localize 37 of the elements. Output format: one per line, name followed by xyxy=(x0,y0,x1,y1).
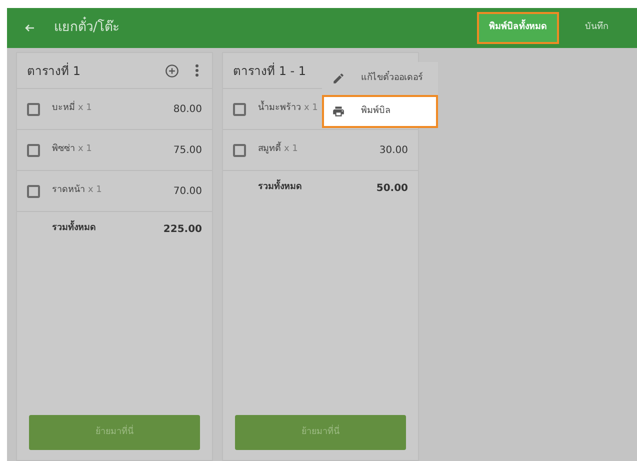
item-quantity: x 1 xyxy=(88,184,102,198)
item-price: 30.00 xyxy=(379,144,408,158)
move-here-button[interactable]: ย้ายมาที่นี่ xyxy=(235,415,406,450)
item-quantity: x 1 xyxy=(284,143,298,156)
item-quantity: x 1 xyxy=(304,102,318,116)
total-amount: 225.00 xyxy=(163,222,202,236)
page-title: แยกตั๋ว/โต๊ะ xyxy=(54,18,120,38)
total-label: รวมทั้งหมด xyxy=(52,222,96,236)
pencil-icon xyxy=(332,72,345,85)
back-arrow-icon[interactable] xyxy=(24,22,36,34)
item-name: น้ำมะพร้าว xyxy=(258,102,301,116)
item-quantity: x 1 xyxy=(78,143,92,156)
checkbox[interactable] xyxy=(27,184,40,198)
save-button[interactable]: บันทึก xyxy=(573,12,620,44)
item-name: สมูทตี้ xyxy=(258,143,281,157)
menu-item[interactable]: แก้ไขตั๋วออเดอร์ xyxy=(322,62,438,95)
total-amount: 50.00 xyxy=(376,182,408,196)
item-quantity: x 1 xyxy=(78,102,92,116)
checkbox[interactable] xyxy=(27,102,40,116)
printer-icon xyxy=(332,105,345,118)
item-price: 75.00 xyxy=(173,144,202,158)
checkbox[interactable] xyxy=(233,144,246,156)
item-name: พิซซ่า xyxy=(52,143,75,156)
table-title: ตารางที่ 1 - 1 xyxy=(233,62,306,80)
add-icon[interactable] xyxy=(165,64,179,78)
more-icon[interactable] xyxy=(195,64,199,77)
move-here-button[interactable]: ย้ายมาที่นี่ xyxy=(29,415,200,450)
item-name: ราดหน้า xyxy=(52,184,85,198)
print-all-button[interactable]: พิมพ์บิลทั้งหมด xyxy=(477,12,559,44)
checkbox[interactable] xyxy=(27,144,40,156)
menu-item[interactable]: พิมพ์บิล xyxy=(322,95,438,128)
checkbox[interactable] xyxy=(233,102,246,116)
item-price: 70.00 xyxy=(173,184,202,198)
total-label: รวมทั้งหมด xyxy=(258,181,302,195)
item-name: บะหมี่ xyxy=(52,102,75,116)
table-title: ตารางที่ 1 xyxy=(27,62,80,80)
item-price: 80.00 xyxy=(173,102,202,116)
